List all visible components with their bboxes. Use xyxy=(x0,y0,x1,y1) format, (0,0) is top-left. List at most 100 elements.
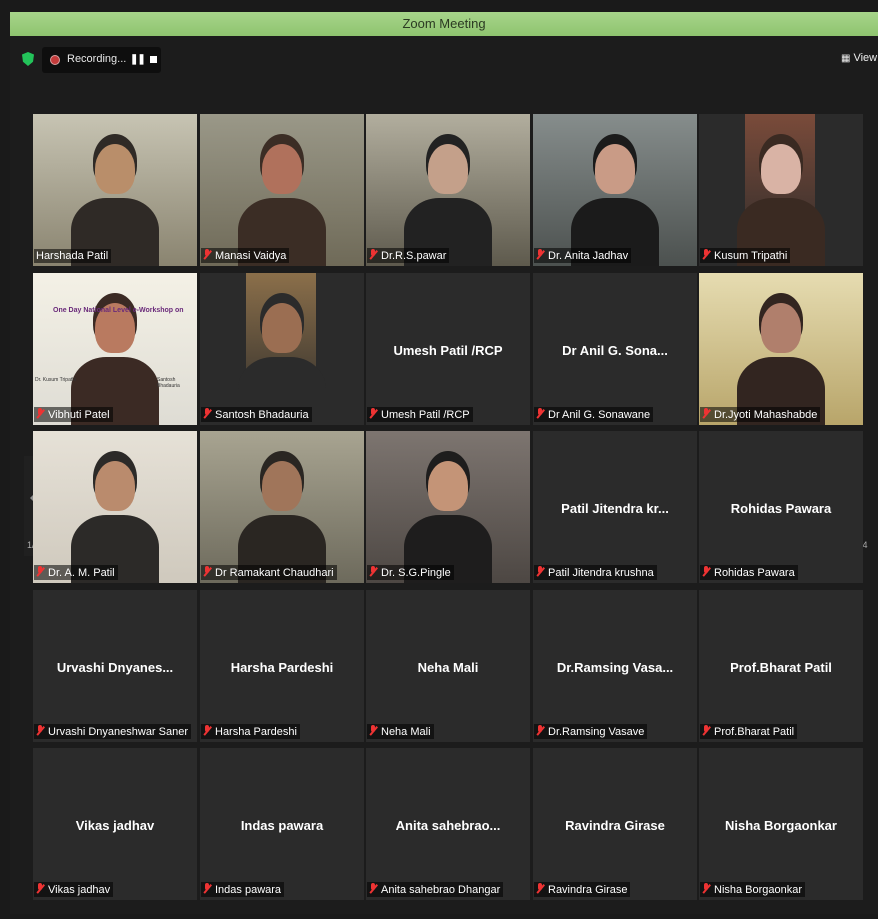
participant-figure xyxy=(595,144,635,194)
participant-name-label: Harshada Patil xyxy=(34,249,112,263)
participant-tile[interactable]: Ravindra Girase Ravindra Girase xyxy=(533,748,697,900)
participant-name-label: Dr Anil G. Sonawane xyxy=(534,407,654,422)
participant-name: Vikas jadhav xyxy=(48,884,111,896)
participant-name: Rohidas Pawara xyxy=(714,567,795,579)
participant-name: Dr. Anita Jadhav xyxy=(548,250,629,262)
participant-name-label: Neha Mali xyxy=(367,724,434,739)
participant-name: Vibhuti Patel xyxy=(48,409,110,421)
participant-tile[interactable]: Dr.R.S.pawar xyxy=(366,114,530,266)
participant-name-label: Umesh Patil /RCP xyxy=(367,407,473,422)
participant-name-label: Kusum Tripathi xyxy=(700,248,791,263)
participant-tile[interactable]: Urvashi Dnyanes... Urvashi Dnyaneshwar Sa… xyxy=(33,590,197,742)
mic-muted-icon xyxy=(369,249,378,260)
participant-video xyxy=(366,114,530,266)
recording-label: Recording... xyxy=(67,53,127,65)
participant-display-name: Prof.Bharat Patil xyxy=(730,660,832,675)
participant-name: Santosh Bhadauria xyxy=(215,409,309,421)
mic-muted-icon xyxy=(536,566,545,577)
participant-video xyxy=(366,431,530,583)
participant-tile[interactable]: Neha Mali Neha Mali xyxy=(366,590,530,742)
participant-tile[interactable]: Umesh Patil /RCP Umesh Patil /RCP xyxy=(366,273,530,425)
participant-tile[interactable]: Dr.Ramsing Vasa... Dr.Ramsing Vasave xyxy=(533,590,697,742)
participant-name: Umesh Patil /RCP xyxy=(381,409,470,421)
participant-video xyxy=(33,114,197,266)
participant-tile[interactable]: Vikas jadhav Vikas jadhav xyxy=(33,748,197,900)
view-button[interactable]: ▦ View xyxy=(841,52,877,64)
mic-muted-icon xyxy=(203,883,212,894)
participant-tile[interactable]: Dr. A. M. Patil xyxy=(33,431,197,583)
participant-name: Dr.Jyoti Mahashabde xyxy=(714,409,818,421)
participant-tile[interactable]: Prof.Bharat Patil Prof.Bharat Patil xyxy=(699,590,863,742)
participant-tile[interactable]: Dr Anil G. Sona... Dr Anil G. Sonawane xyxy=(533,273,697,425)
mic-muted-icon xyxy=(203,566,212,577)
mic-muted-icon xyxy=(36,408,45,419)
participant-name-label: Indas pawara xyxy=(201,882,285,897)
participant-display-name: Dr Anil G. Sona... xyxy=(562,343,668,358)
participant-tile[interactable]: Manasi Vaidya xyxy=(200,114,364,266)
stop-recording-icon[interactable] xyxy=(150,56,157,63)
participant-name-label: Nisha Borgaonkar xyxy=(700,882,806,897)
participant-tile[interactable]: Kusum Tripathi xyxy=(699,114,863,266)
participant-name-label: Patil Jitendra krushna xyxy=(534,565,657,580)
participant-name: Harshada Patil xyxy=(36,250,109,262)
mic-muted-icon xyxy=(36,725,45,736)
participant-name-label: Dr. Anita Jadhav xyxy=(534,248,632,263)
view-label: View xyxy=(853,52,878,64)
mic-muted-icon xyxy=(369,725,378,736)
participant-tile[interactable]: Nisha Borgaonkar Nisha Borgaonkar xyxy=(699,748,863,900)
mic-muted-icon xyxy=(369,883,378,894)
mic-muted-icon xyxy=(536,249,545,260)
participant-name-label: Vibhuti Patel xyxy=(34,407,113,422)
participant-tile[interactable]: Dr Ramakant Chaudhari xyxy=(200,431,364,583)
mic-muted-icon xyxy=(536,883,545,894)
participant-display-name: Indas pawara xyxy=(240,818,324,833)
participant-tile[interactable]: Patil Jitendra kr... Patil Jitendra krush… xyxy=(533,431,697,583)
participant-name-label: Manasi Vaidya xyxy=(201,248,290,263)
participant-display-name: Rohidas Pawara xyxy=(730,501,832,516)
slide-banner-text: One Day National Level e-Workshop on xyxy=(53,307,184,314)
participant-tile[interactable]: Rohidas Pawara Rohidas Pawara xyxy=(699,431,863,583)
participant-figure xyxy=(262,144,302,194)
participant-name: Dr. A. M. Patil xyxy=(48,567,115,579)
participant-name: Prof.Bharat Patil xyxy=(714,726,795,738)
mic-muted-icon xyxy=(702,408,711,419)
participant-tile[interactable]: Anita sahebrao... Anita sahebrao Dhangar xyxy=(366,748,530,900)
window-title: Zoom Meeting xyxy=(402,16,486,31)
participant-video xyxy=(200,273,364,425)
participant-tile[interactable]: Harsha Pardeshi Harsha Pardeshi xyxy=(200,590,364,742)
mic-muted-icon xyxy=(369,408,378,419)
mic-muted-icon xyxy=(369,566,378,577)
participant-name-label: Ravindra Girase xyxy=(534,882,631,897)
mic-muted-icon xyxy=(203,408,212,419)
mic-muted-icon xyxy=(203,725,212,736)
participant-tile[interactable]: Indas pawara Indas pawara xyxy=(200,748,364,900)
participant-figure xyxy=(428,144,468,194)
pause-recording-icon[interactable]: ❚❚ xyxy=(130,54,146,65)
participant-name: Dr.Ramsing Vasave xyxy=(548,726,645,738)
participant-display-name: Patil Jitendra kr... xyxy=(561,501,669,516)
mic-muted-icon xyxy=(203,249,212,260)
participant-tile[interactable]: One Day National Level e-Workshop on Dr. … xyxy=(33,273,197,425)
participant-figure xyxy=(95,461,135,511)
participant-display-name: Dr.Ramsing Vasa... xyxy=(556,660,674,675)
participant-tile[interactable]: Santosh Bhadauria xyxy=(200,273,364,425)
participant-name: Dr Anil G. Sonawane xyxy=(548,409,651,421)
participant-name-label: Dr.R.S.pawar xyxy=(367,248,450,263)
participant-tile[interactable]: Dr. S.G.Pingle xyxy=(366,431,530,583)
participant-video xyxy=(200,114,364,266)
participant-name: Neha Mali xyxy=(381,726,431,738)
participant-name-label: Santosh Bhadauria xyxy=(201,407,312,422)
participant-video xyxy=(533,114,697,266)
mic-muted-icon xyxy=(702,566,711,577)
participant-tile[interactable]: Harshada Patil xyxy=(33,114,197,266)
participant-display-name: Neha Mali xyxy=(417,660,479,675)
participant-tile[interactable]: Dr.Jyoti Mahashabde xyxy=(699,273,863,425)
participant-name-label: Dr.Ramsing Vasave xyxy=(534,724,648,739)
participant-name: Dr.R.S.pawar xyxy=(381,250,447,262)
grid-view-icon: ▦ xyxy=(841,53,851,64)
participant-display-name: Ravindra Girase xyxy=(565,818,665,833)
participant-tile[interactable]: Dr. Anita Jadhav xyxy=(533,114,697,266)
participant-name: Harsha Pardeshi xyxy=(215,726,297,738)
participant-name: Dr Ramakant Chaudhari xyxy=(215,567,334,579)
participant-name: Ravindra Girase xyxy=(548,884,628,896)
